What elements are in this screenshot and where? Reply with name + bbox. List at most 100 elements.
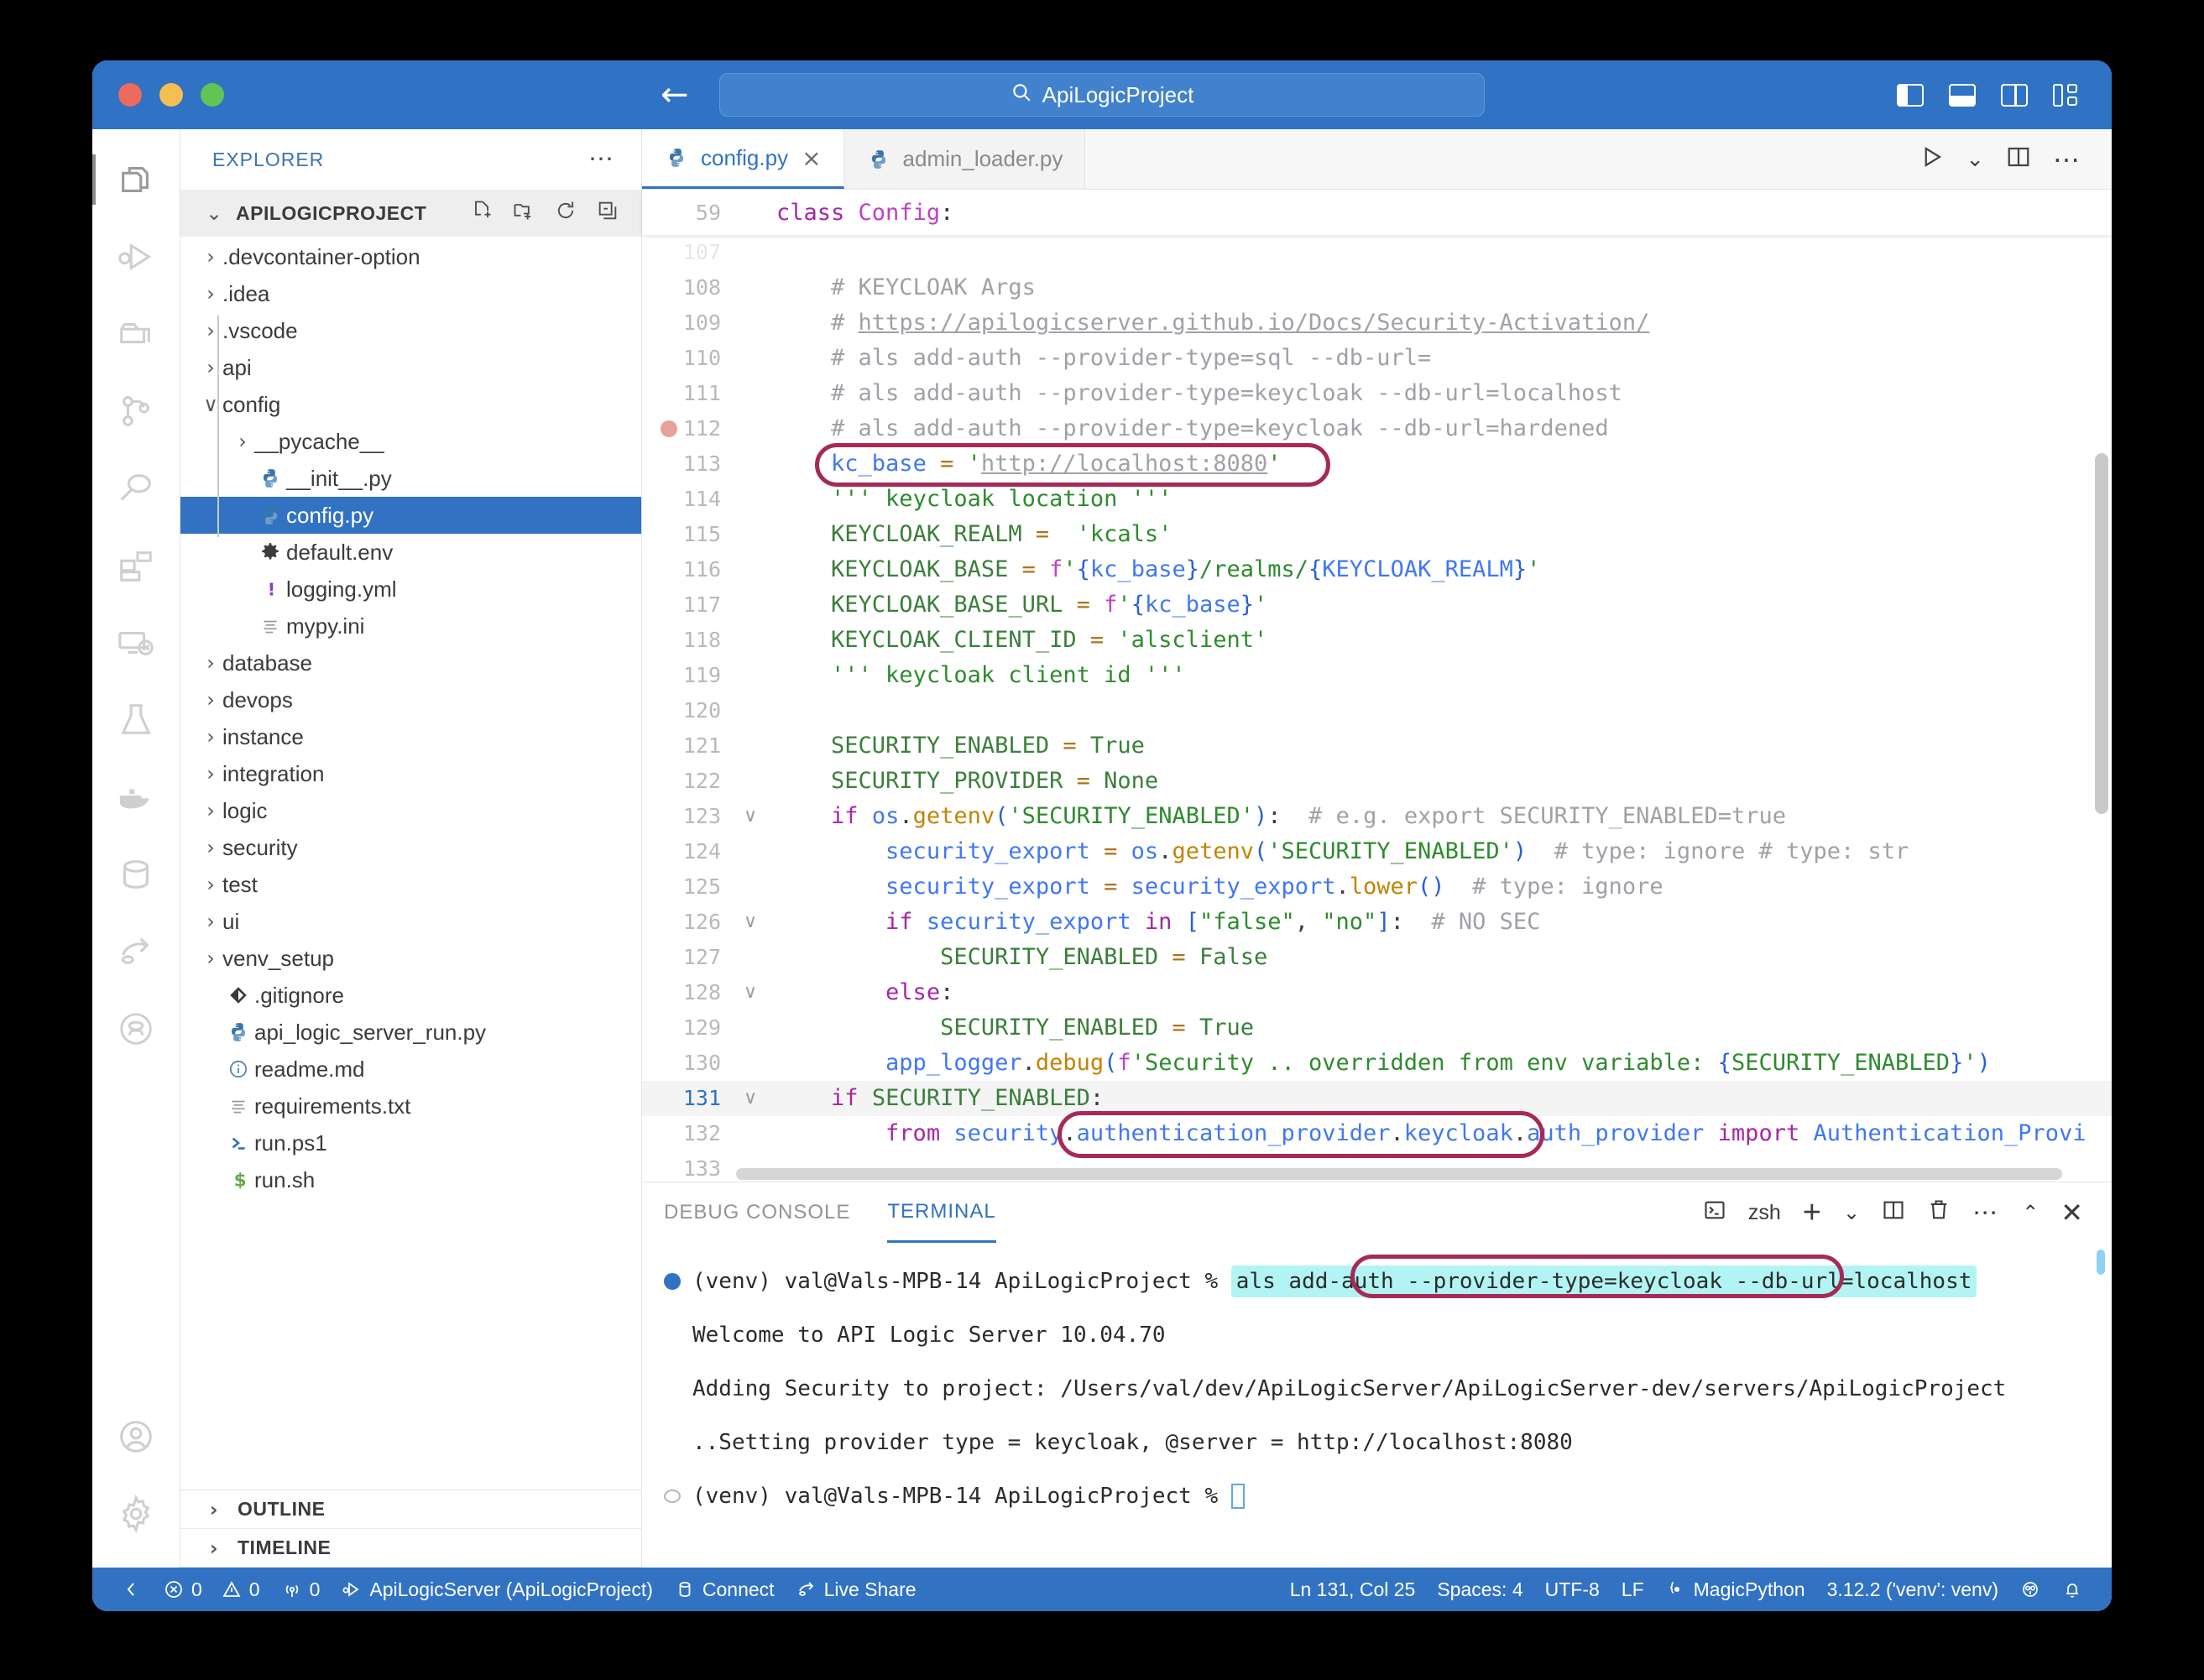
chevron-right-icon[interactable]: › <box>199 873 222 896</box>
code-line-107[interactable]: 107 <box>642 235 2112 270</box>
status-problems-errors[interactable]: 0 0 <box>153 1578 271 1601</box>
code-line-113[interactable]: 113 kc_base = 'http://localhost:8080' <box>642 446 2112 482</box>
code-line-132[interactable]: 132 from security.authentication_provide… <box>642 1116 2112 1151</box>
tree-item-gitignore[interactable]: .gitignore <box>180 977 641 1014</box>
tab-close-icon[interactable]: × <box>802 144 821 172</box>
code-line-122[interactable]: 122 SECURITY_PROVIDER = None <box>642 764 2112 799</box>
status-encoding[interactable]: UTF-8 <box>1534 1578 1611 1601</box>
chevron-right-icon[interactable]: › <box>199 762 222 785</box>
sidebar-item-database[interactable] <box>92 836 180 913</box>
toggle-panel-icon[interactable] <box>1949 83 1976 107</box>
code-line-126[interactable]: 126 ∨ if security_export in ["false", "no… <box>642 905 2112 940</box>
code-line-120[interactable]: 120 <box>642 693 2112 728</box>
tree-item-logic[interactable]: › logic <box>180 792 641 829</box>
tab-admin-loader-py[interactable]: admin_loader.py <box>843 129 1086 189</box>
tree-item-pycache[interactable]: › __pycache__ <box>180 423 641 460</box>
command-center-search[interactable]: ApiLogicProject <box>719 73 1485 117</box>
trash-icon[interactable] <box>1927 1198 1951 1228</box>
tree-item-api[interactable]: › api <box>180 349 641 386</box>
status-database-connect[interactable]: Connect <box>664 1578 786 1601</box>
tree-item-devcontainer-option[interactable]: › .devcontainer-option <box>180 238 641 275</box>
explorer-more-actions-icon[interactable]: ⋯ <box>588 147 616 172</box>
sidebar-item-live-share[interactable] <box>92 913 180 990</box>
tree-item-security[interactable]: › security <box>180 829 641 866</box>
tree-item-mypy-ini[interactable]: mypy.ini <box>180 608 641 644</box>
chevron-right-icon[interactable]: › <box>199 947 222 970</box>
code-line-110[interactable]: 110 # als add-auth --provider-type=sql -… <box>642 341 2112 376</box>
code-line-130[interactable]: 130 app_logger.debug(f'Security .. overr… <box>642 1046 2112 1081</box>
code-line-125[interactable]: 125 security_export = security_export.lo… <box>642 869 2112 905</box>
tree-item-devops[interactable]: › devops <box>180 681 641 718</box>
panel-tab-bar[interactable]: DEBUG CONSOLE TERMINAL zsh + ⌄ ⋯ ⌃ ✕ <box>642 1182 2112 1243</box>
refresh-icon[interactable] <box>554 199 577 228</box>
tree-item-venv-setup[interactable]: › venv_setup <box>180 940 641 977</box>
editor-vertical-scrollbar[interactable] <box>2095 453 2108 814</box>
tab-terminal[interactable]: TERMINAL <box>887 1182 996 1243</box>
editor-actions[interactable]: ⌄ ⋯ <box>1890 129 2112 189</box>
code-line-111[interactable]: 111 # als add-auth --provider-type=keycl… <box>642 376 2112 411</box>
status-live-share[interactable]: Live Share <box>786 1578 927 1601</box>
code-line-128[interactable]: 128 ∨ else: <box>642 975 2112 1010</box>
sidebar-item-explorer[interactable] <box>92 141 180 218</box>
workspace-root-row[interactable]: ⌄ APILOGICPROJECT <box>180 190 641 237</box>
tree-item-config-py[interactable]: config.py <box>180 497 641 534</box>
sidebar-item-github[interactable] <box>92 990 180 1067</box>
code-line-112[interactable]: 112 # als add-auth --provider-type=keycl… <box>642 411 2112 446</box>
chevron-right-icon[interactable]: › <box>199 282 222 305</box>
code-editor[interactable]: 107 108 # KEYCLOAK Args 109 # https://apil… <box>642 235 2112 1182</box>
tree-item-run-sh[interactable]: $ run.sh <box>180 1161 641 1198</box>
chevron-right-icon[interactable]: › <box>199 319 222 342</box>
toggle-primary-sidebar-icon[interactable] <box>1897 83 1924 107</box>
chevron-right-icon[interactable]: › <box>231 430 254 453</box>
window-controls[interactable] <box>92 83 224 107</box>
chevron-right-icon[interactable]: › <box>199 651 222 675</box>
code-line-121[interactable]: 121 SECURITY_ENABLED = True <box>642 728 2112 764</box>
chevron-right-icon[interactable]: › <box>199 725 222 749</box>
status-eol[interactable]: LF <box>1611 1578 1655 1601</box>
chevron-right-icon[interactable]: › <box>199 910 222 933</box>
collapse-all-icon[interactable] <box>596 199 619 228</box>
section-outline[interactable]: › OUTLINE <box>180 1490 641 1529</box>
activity-bar[interactable] <box>92 129 180 1568</box>
fold-chevron-icon[interactable]: ∨ <box>736 1081 765 1116</box>
tree-item-instance[interactable]: › instance <box>180 718 641 755</box>
code-line-124[interactable]: 124 security_export = os.getenv('SECURIT… <box>642 834 2112 869</box>
code-line-119[interactable]: 119 ''' keycloak client id ''' <box>642 658 2112 693</box>
chevron-right-icon[interactable]: › <box>199 799 222 822</box>
more-actions-icon[interactable]: ⋯ <box>2053 146 2083 173</box>
tree-item-vscode[interactable]: › .vscode <box>180 312 641 349</box>
file-tree[interactable]: › .devcontainer-option › .idea › .vscode › api ∨… <box>180 237 641 1490</box>
customize-layout-icon[interactable] <box>2053 83 2080 107</box>
sidebar-item-source-control[interactable] <box>92 373 180 450</box>
tree-item-config[interactable]: ∨ config <box>180 386 641 423</box>
chevron-down-icon[interactable]: ∨ <box>199 393 222 416</box>
terminal-icon[interactable] <box>1703 1198 1726 1228</box>
editor-horizontal-scrollbar[interactable] <box>736 1168 2062 1180</box>
tree-item-readme-md[interactable]: readme.md <box>180 1051 641 1088</box>
status-indentation[interactable]: Spaces: 4 <box>1426 1578 1533 1601</box>
code-line-108[interactable]: 108 # KEYCLOAK Args <box>642 270 2112 305</box>
add-terminal-icon[interactable]: + <box>1803 1197 1821 1228</box>
code-line-127[interactable]: 127 SECURITY_ENABLED = False <box>642 940 2112 975</box>
code-line-115[interactable]: 115 KEYCLOAK_REALM = 'kcals' <box>642 517 2112 552</box>
status-bar[interactable]: 0 0 0 ApiLogicServer (ApiLogicProject) C… <box>92 1568 2112 1611</box>
chevron-right-icon[interactable]: › <box>199 688 222 712</box>
code-line-109[interactable]: 109 # https://apilogicserver.github.io/D… <box>642 305 2112 341</box>
code-line-131[interactable]: 131 ∨ if SECURITY_ENABLED: <box>642 1081 2112 1116</box>
tree-item-api-logic-server-run-py[interactable]: api_logic_server_run.py <box>180 1014 641 1051</box>
fold-chevron-icon[interactable]: ∨ <box>736 799 765 834</box>
editor-tab-bar[interactable]: config.py × admin_loader.py ⌄ ⋯ <box>642 129 2112 190</box>
accounts-button[interactable] <box>92 1398 180 1475</box>
sidebar-item-testing[interactable] <box>92 681 180 759</box>
tree-item-requirements-txt[interactable]: requirements.txt <box>180 1088 641 1124</box>
code-line-123[interactable]: 123 ∨ if os.getenv('SECURITY_ENABLED'): #… <box>642 799 2112 834</box>
code-line-129[interactable]: 129 SECURITY_ENABLED = True <box>642 1010 2112 1046</box>
breakpoint-icon[interactable] <box>661 420 677 437</box>
status-extension-owl-icon[interactable] <box>2009 1579 2051 1599</box>
run-icon[interactable] <box>1919 144 1944 174</box>
sidebar-item-run-and-debug[interactable] <box>92 218 180 295</box>
code-line-114[interactable]: 114 ''' keycloak location ''' <box>642 482 2112 517</box>
split-editor-icon[interactable] <box>2006 144 2031 174</box>
maximize-window-button[interactable] <box>201 83 224 107</box>
chevron-right-icon[interactable]: › <box>199 836 222 859</box>
